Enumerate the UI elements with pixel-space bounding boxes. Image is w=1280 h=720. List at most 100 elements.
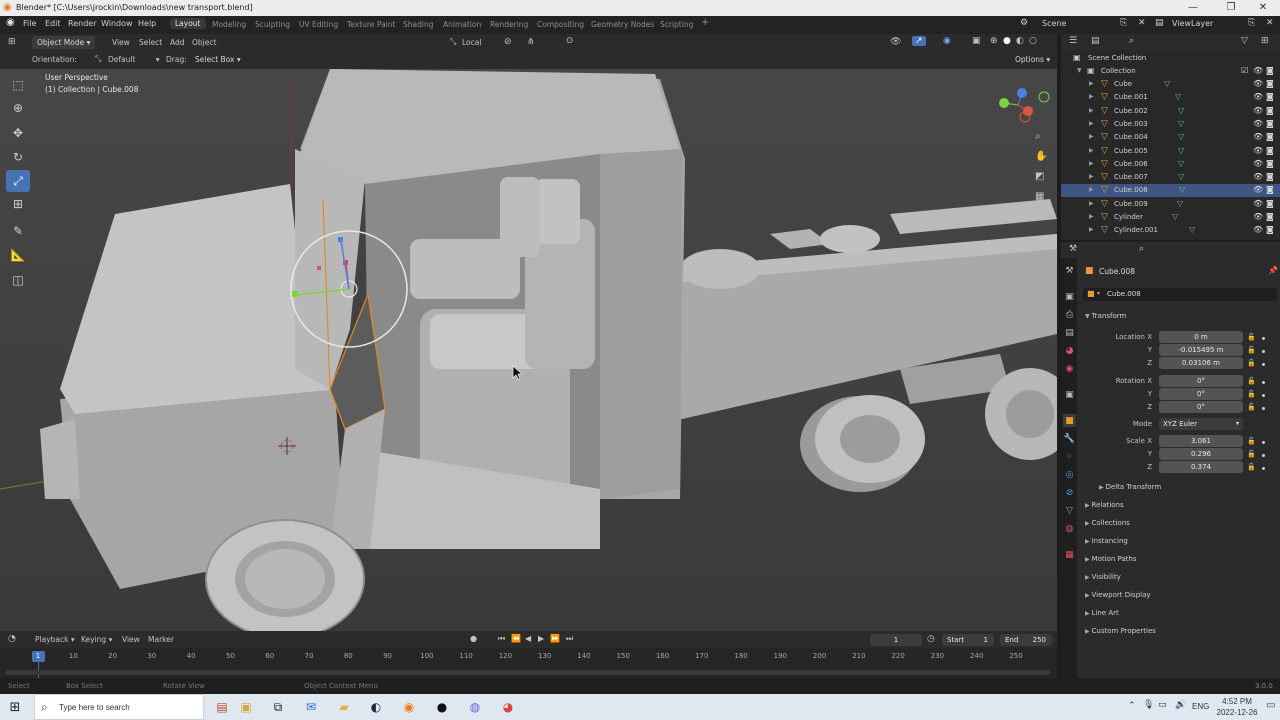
maximize-icon[interactable]: ❐ [1214, 0, 1248, 16]
object-datablock-field[interactable]: ■ ▾ Cube.008 [1083, 288, 1277, 301]
tab-geometry-nodes[interactable]: Geometry Nodes [591, 20, 654, 29]
outliner-item[interactable]: ▶ ▽ Cube.009 ▽ 👁 ◙ [1061, 198, 1280, 211]
drag-dropdown[interactable]: Select Box ▾ [190, 53, 246, 66]
pan-hand-icon[interactable]: ✋ [1035, 151, 1047, 162]
timeline-scrollbar[interactable] [5, 670, 1050, 675]
outliner-item[interactable]: ▶ ▽ Cube.008 ▽ 👁 ◙ [1061, 184, 1280, 198]
perspective-grid-icon[interactable]: ▦ [1035, 191, 1044, 202]
tab-rendering[interactable]: Rendering [490, 20, 528, 29]
annotate-tool-icon[interactable]: ✎ [6, 220, 30, 242]
transform-panel-header[interactable]: ▼ Transform [1085, 312, 1126, 320]
new-view-layer-icon[interactable]: ⎘ [1248, 18, 1255, 28]
mesh-data-icon[interactable]: ▽ [1178, 159, 1184, 168]
start-frame-field[interactable]: Start 1 [942, 634, 994, 646]
physics-tab-icon[interactable]: ◎ [1063, 468, 1076, 481]
keyframe-dot[interactable] [1262, 394, 1265, 397]
new-scene-icon[interactable]: ⎘ [1120, 18, 1127, 28]
play-icon[interactable]: ▶ [538, 634, 544, 643]
eye-icon[interactable]: 👁 [1253, 225, 1263, 234]
file-explorer-icon[interactable]: ▰ [334, 697, 354, 717]
expand-icon[interactable]: ▶ [1089, 186, 1094, 193]
lock-icon[interactable]: 🔓 [1247, 390, 1256, 398]
microphone-icon[interactable]: 🎙 [1143, 700, 1154, 710]
tray-chevron-icon[interactable]: ⌃ [1128, 701, 1136, 711]
pin-icon[interactable]: 📌 [1268, 266, 1278, 275]
minimize-icon[interactable]: — [1176, 0, 1210, 16]
eye-icon[interactable]: 👁 [1253, 199, 1263, 208]
scene-name[interactable]: Scene [1042, 19, 1066, 28]
keyframe-dot[interactable] [1262, 363, 1265, 366]
lock-icon[interactable]: 🔓 [1247, 403, 1256, 411]
constraints-tab-icon[interactable]: ⊘ [1063, 486, 1076, 499]
property-section[interactable]: ▶ Relations [1085, 501, 1124, 509]
camera-icon[interactable]: ◙ [1266, 106, 1274, 115]
camera-icon[interactable]: ◙ [1266, 79, 1274, 88]
obs-icon[interactable]: ● [432, 697, 452, 717]
task-view-icon[interactable]: ⧉ [268, 697, 288, 717]
mesh-data-icon[interactable]: ▽ [1178, 172, 1184, 181]
property-section[interactable]: ▶ Visibility [1085, 573, 1121, 581]
camera-icon[interactable]: ◙ [1266, 199, 1274, 208]
camera-icon[interactable]: ◙ [1266, 92, 1274, 101]
particles-tab-icon[interactable]: ⁘ [1063, 450, 1076, 463]
camera-icon[interactable]: ◙ [1266, 159, 1274, 168]
viewport-menu-add[interactable]: Add [170, 38, 185, 47]
outliner-item[interactable]: ▶ ▽ Cube.005 ▽ 👁 ◙ [1061, 145, 1280, 158]
add-workspace-icon[interactable]: + [701, 17, 709, 28]
menu-window[interactable]: Window [101, 19, 133, 28]
solid-shading-icon[interactable]: ● [1003, 36, 1011, 46]
view-layer-tab-icon[interactable]: ▤ [1063, 326, 1076, 339]
timeline-menu-playback[interactable]: Playback ▾ [35, 635, 75, 644]
property-section[interactable]: ▶ Collections [1085, 519, 1130, 527]
camera-icon[interactable]: ◙ [1266, 66, 1274, 75]
close-icon[interactable]: ✕ [1246, 0, 1280, 16]
data-tab-icon[interactable]: ▽ [1063, 504, 1076, 517]
eye-icon[interactable]: 👁 [1253, 146, 1263, 155]
expand-icon[interactable]: ▶ [1089, 93, 1094, 100]
mesh-data-icon[interactable]: ▽ [1172, 212, 1178, 221]
lock-icon[interactable]: 🔓 [1247, 450, 1256, 458]
lock-icon[interactable]: 🔓 [1247, 333, 1256, 341]
timeline-menu-view[interactable]: View [122, 635, 140, 644]
expand-icon[interactable]: ▶ [1089, 226, 1094, 233]
clock-date[interactable]: 2022-12-26 [1214, 708, 1260, 717]
outliner-editor-icon[interactable]: ☰ [1069, 36, 1077, 46]
material-shading-icon[interactable]: ◐ [1016, 36, 1024, 46]
snap-icon[interactable]: ⋔ [527, 37, 535, 47]
editor-type-icon[interactable]: ⊞ [8, 37, 16, 47]
timeline-menu-keying[interactable]: Keying ▾ [81, 635, 112, 644]
select-box-tool-icon[interactable]: ⬚ [6, 74, 30, 96]
keyframe-dot[interactable] [1262, 381, 1265, 384]
tab-sculpting[interactable]: Sculpting [255, 20, 290, 29]
taskbar-search-box[interactable]: ⌕ Type here to search [34, 694, 204, 720]
outliner-scene-collection[interactable]: ▣ Scene Collection [1061, 52, 1280, 65]
tab-compositing[interactable]: Compositing [537, 20, 584, 29]
eye-icon[interactable]: 👁 [1253, 106, 1263, 115]
tab-scripting[interactable]: Scripting [660, 20, 693, 29]
location-x-field[interactable]: 0 m [1159, 331, 1243, 343]
3d-viewport[interactable]: User Perspective (1) Collection | Cube.0… [0, 69, 1057, 631]
scene-tab-icon[interactable]: ◕ [1063, 344, 1076, 357]
delete-scene-icon[interactable]: ✕ [1138, 18, 1146, 28]
windows-start-icon[interactable]: ⊞ [5, 697, 25, 717]
rotation-y-field[interactable]: 0° [1159, 388, 1243, 400]
mesh-data-icon[interactable]: ▽ [1175, 92, 1181, 101]
property-section[interactable]: ▶ Custom Properties [1085, 627, 1156, 635]
scale-tool-icon[interactable]: ⤢ [6, 170, 30, 192]
texture-tab-icon[interactable]: ▦ [1063, 548, 1076, 561]
visibility-icon[interactable]: 👁 [890, 37, 901, 47]
eye-icon[interactable]: 👁 [1253, 132, 1263, 141]
eye-icon[interactable]: 👁 [1253, 79, 1263, 88]
keyframe-dot[interactable] [1262, 441, 1265, 444]
eye-icon[interactable]: 👁 [1253, 159, 1263, 168]
mail-icon[interactable]: ✉ [301, 697, 321, 717]
outliner-item[interactable]: ▶ ▽ Cube.001 ▽ 👁 ◙ [1061, 91, 1280, 104]
camera-icon[interactable]: ◙ [1266, 225, 1274, 234]
mesh-data-icon[interactable]: ▽ [1178, 119, 1184, 128]
lock-icon[interactable]: 🔓 [1247, 377, 1256, 385]
lock-icon[interactable]: 🔓 [1247, 463, 1256, 471]
language-indicator[interactable]: ENG [1192, 702, 1209, 711]
camera-icon[interactable]: ◙ [1266, 212, 1274, 221]
blender-menu-icon[interactable]: ◉ [6, 17, 15, 28]
tab-layout[interactable]: Layout [170, 18, 206, 29]
